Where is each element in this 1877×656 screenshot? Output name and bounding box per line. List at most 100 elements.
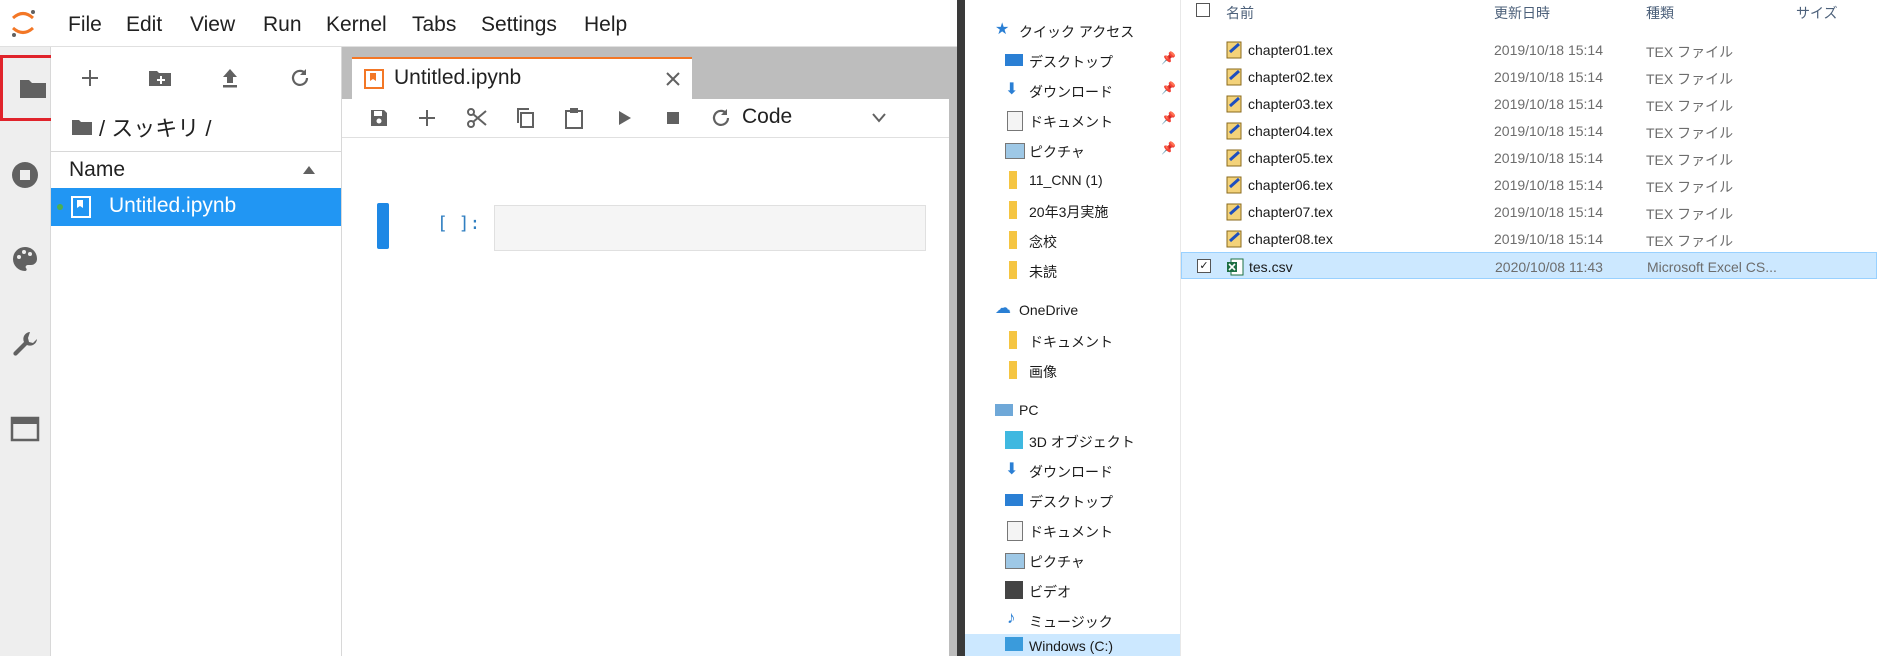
new-folder-icon <box>149 71 171 86</box>
nav-item-documents[interactable]: ドキュメント <box>965 515 1180 545</box>
nav-item-documents[interactable]: ドキュメント 📌 <box>965 105 1180 135</box>
nav-item-3d-objects[interactable]: 3D オブジェクト <box>965 425 1180 455</box>
row-checkbox-checked[interactable]: ✓ <box>1197 259 1211 273</box>
tab-title[interactable]: Untitled.ipynb <box>394 66 521 90</box>
menu-run[interactable]: Run <box>263 13 302 37</box>
upload-icon <box>223 69 237 88</box>
sort-caret-up-icon <box>303 166 315 174</box>
nav-item-downloads[interactable]: ⬇ ダウンロード <box>965 455 1180 485</box>
file-explorer-window: ★ クイック アクセス デスクトップ 📌 ⬇ ダウンロード 📌 ドキュメント 📌… <box>965 0 1877 656</box>
running-indicator-icon <box>57 204 63 210</box>
nav-label: ドキュメント <box>1029 114 1113 130</box>
nav-item-folder[interactable]: 未読 <box>965 255 1180 285</box>
copy-button[interactable] <box>510 103 540 133</box>
folder-icon <box>1009 331 1017 349</box>
breadcrumb[interactable]: / スッキリ / <box>71 111 211 143</box>
file-browser-panel: / スッキリ / Name Untitled.ipynb <box>51 47 342 656</box>
nav-item-folder[interactable]: ドキュメント <box>965 325 1180 355</box>
menu-file[interactable]: File <box>68 13 102 37</box>
nav-item-drive-c[interactable]: Windows (C:) <box>965 634 1180 656</box>
close-icon[interactable] <box>664 70 682 88</box>
column-header-date[interactable]: 更新日時 <box>1494 3 1550 23</box>
save-button[interactable] <box>364 103 394 133</box>
clipboard-icon <box>565 108 583 129</box>
select-all-checkbox[interactable] <box>1196 3 1210 17</box>
nav-item-desktop[interactable]: デスクトップ 📌 <box>965 45 1180 75</box>
nav-label: ダウンロード <box>1029 84 1113 100</box>
cell-type-dropdown[interactable]: Code <box>742 103 892 133</box>
insert-cell-button[interactable] <box>412 103 442 133</box>
file-row[interactable]: chapter02.tex 2019/10/18 15:14 TEX ファイル <box>1181 63 1877 90</box>
window-icon <box>10 416 40 442</box>
file-name[interactable]: Untitled.ipynb <box>109 194 236 218</box>
nav-item-folder[interactable]: 画像 <box>965 355 1180 385</box>
column-name-label[interactable]: Name <box>69 158 125 182</box>
file-row-selected[interactable]: ✓ tes.csv 2020/10/08 11:43 Microsoft Exc… <box>1181 252 1877 279</box>
nav-item-desktop[interactable]: デスクトップ <box>965 485 1180 515</box>
nav-label: Windows (C:) <box>1029 638 1114 654</box>
palette-icon <box>13 247 37 271</box>
file-name: chapter01.tex <box>1248 42 1333 58</box>
menu-kernel[interactable]: Kernel <box>326 13 387 37</box>
running-kernels-tab[interactable] <box>0 145 50 205</box>
notebook-tab[interactable]: Untitled.ipynb <box>352 57 692 100</box>
file-row[interactable]: chapter07.tex 2019/10/18 15:14 TEX ファイル <box>1181 198 1877 225</box>
menu-edit[interactable]: Edit <box>126 13 162 37</box>
nav-item-downloads[interactable]: ⬇ ダウンロード 📌 <box>965 75 1180 105</box>
column-header-name[interactable]: 名前 <box>1226 3 1254 23</box>
menu-help[interactable]: Help <box>584 13 627 37</box>
file-row[interactable]: chapter03.tex 2019/10/18 15:14 TEX ファイル <box>1181 90 1877 117</box>
nav-item-folder[interactable]: 念校 <box>965 225 1180 255</box>
document-icon <box>1007 521 1023 541</box>
nav-item-pictures[interactable]: ピクチャ 📌 <box>965 135 1180 165</box>
file-row[interactable]: chapter08.tex 2019/10/18 15:14 TEX ファイル <box>1181 225 1877 252</box>
nav-pc[interactable]: PC <box>965 395 1180 425</box>
property-inspector-tab[interactable] <box>0 229 50 289</box>
music-note-icon: ♪ <box>1007 608 1016 627</box>
cube-icon <box>1005 431 1023 449</box>
nav-item-folder[interactable]: 20年3月実施 <box>965 195 1180 225</box>
file-name: chapter08.tex <box>1248 231 1333 247</box>
file-name: chapter04.tex <box>1248 123 1333 139</box>
file-date: 2019/10/18 15:14 <box>1494 231 1603 247</box>
nav-onedrive[interactable]: ☁ OneDrive <box>965 295 1180 325</box>
nav-item-folder[interactable]: 11_CNN (1) <box>965 165 1180 195</box>
nav-item-pictures[interactable]: ピクチャ <box>965 545 1180 575</box>
menu-view[interactable]: View <box>190 13 235 37</box>
restart-button[interactable] <box>706 103 736 133</box>
folder-icon <box>1009 261 1017 279</box>
cell-input-editor[interactable] <box>494 205 926 251</box>
file-row[interactable]: chapter01.tex 2019/10/18 15:14 TEX ファイル <box>1181 36 1877 63</box>
new-folder-button[interactable] <box>143 61 177 95</box>
nav-label: デスクトップ <box>1029 54 1113 70</box>
breadcrumb-path[interactable]: / スッキリ / <box>99 111 211 143</box>
run-button[interactable] <box>609 103 639 133</box>
pictures-icon <box>1005 143 1025 159</box>
tabs-panel-tab[interactable] <box>0 399 50 459</box>
computer-icon <box>995 404 1013 416</box>
left-activity-bar <box>0 47 66 656</box>
file-row[interactable]: chapter04.tex 2019/10/18 15:14 TEX ファイル <box>1181 117 1877 144</box>
file-list-item[interactable]: Untitled.ipynb <box>51 188 341 226</box>
code-cell[interactable]: [ ]: <box>377 203 937 251</box>
interrupt-button[interactable] <box>658 103 688 133</box>
upload-button[interactable] <box>213 61 247 95</box>
menu-settings[interactable]: Settings <box>481 13 557 37</box>
column-header-type[interactable]: 種類 <box>1646 3 1674 23</box>
nav-quick-access[interactable]: ★ クイック アクセス <box>965 15 1180 45</box>
file-name: chapter07.tex <box>1248 204 1333 220</box>
file-date: 2019/10/18 15:14 <box>1494 96 1603 112</box>
refresh-button[interactable] <box>283 61 317 95</box>
new-launcher-button[interactable] <box>73 61 107 95</box>
paste-button[interactable] <box>559 103 589 133</box>
tools-tab[interactable] <box>0 314 50 374</box>
file-row[interactable]: chapter06.tex 2019/10/18 15:14 TEX ファイル <box>1181 171 1877 198</box>
cut-button[interactable] <box>462 103 492 133</box>
file-list-header[interactable]: Name <box>51 151 341 189</box>
nav-item-music[interactable]: ♪ ミュージック <box>965 605 1180 635</box>
tex-file-icon <box>1224 148 1244 168</box>
menu-tabs[interactable]: Tabs <box>412 13 456 37</box>
column-header-size[interactable]: サイズ <box>1796 3 1838 23</box>
nav-item-videos[interactable]: ビデオ <box>965 575 1180 605</box>
file-row[interactable]: chapter05.tex 2019/10/18 15:14 TEX ファイル <box>1181 144 1877 171</box>
